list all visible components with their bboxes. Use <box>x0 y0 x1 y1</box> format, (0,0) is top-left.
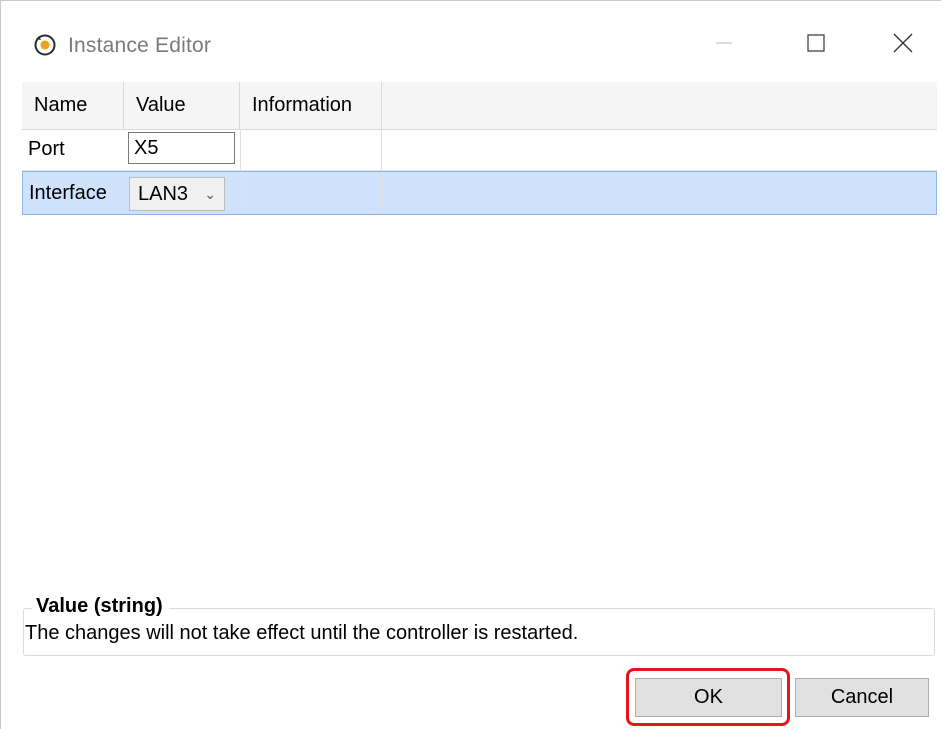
port-value-input[interactable]: X5 <box>128 132 235 164</box>
row-information-interface <box>241 172 383 214</box>
row-name-interface: Interface <box>29 181 107 204</box>
interface-selected-value: LAN3 <box>138 183 189 205</box>
grid-header: Name Value Information <box>22 82 937 130</box>
close-icon <box>892 32 914 59</box>
description-groupbox: Value (string) The changes will not take… <box>23 595 935 656</box>
property-grid: Name Value Information Port X5 Interface… <box>22 82 937 590</box>
grid-row-interface[interactable]: Interface LAN3 ⌄ <box>22 171 937 215</box>
column-header-name[interactable]: Name <box>22 82 124 129</box>
minimize-icon <box>714 33 734 58</box>
column-header-value[interactable]: Value <box>124 82 240 129</box>
cancel-button[interactable]: Cancel <box>795 678 929 717</box>
instance-editor-window: Instance Editor Name Value Information P… <box>0 0 941 729</box>
row-information-port <box>240 129 382 170</box>
close-button[interactable] <box>873 23 933 67</box>
chevron-down-icon: ⌄ <box>204 186 216 202</box>
title-bar[interactable]: Instance Editor <box>1 1 941 75</box>
interface-value-dropdown[interactable]: LAN3 ⌄ <box>129 177 225 211</box>
maximize-button[interactable] <box>786 23 846 67</box>
maximize-icon <box>806 33 826 58</box>
instance-editor-icon <box>33 33 57 57</box>
window-title: Instance Editor <box>68 34 212 57</box>
ok-button[interactable]: OK <box>635 678 782 717</box>
row-name-port: Port <box>28 138 65 160</box>
row-value-cell-port: X5 <box>124 129 240 170</box>
column-header-information[interactable]: Information <box>240 82 382 129</box>
grid-row-port[interactable]: Port X5 <box>22 129 937 171</box>
description-text: The changes will not take effect until t… <box>25 622 579 644</box>
minimize-button[interactable] <box>694 23 754 67</box>
row-value-cell-interface: LAN3 ⌄ <box>125 172 241 214</box>
description-title: Value (string) <box>32 595 169 618</box>
